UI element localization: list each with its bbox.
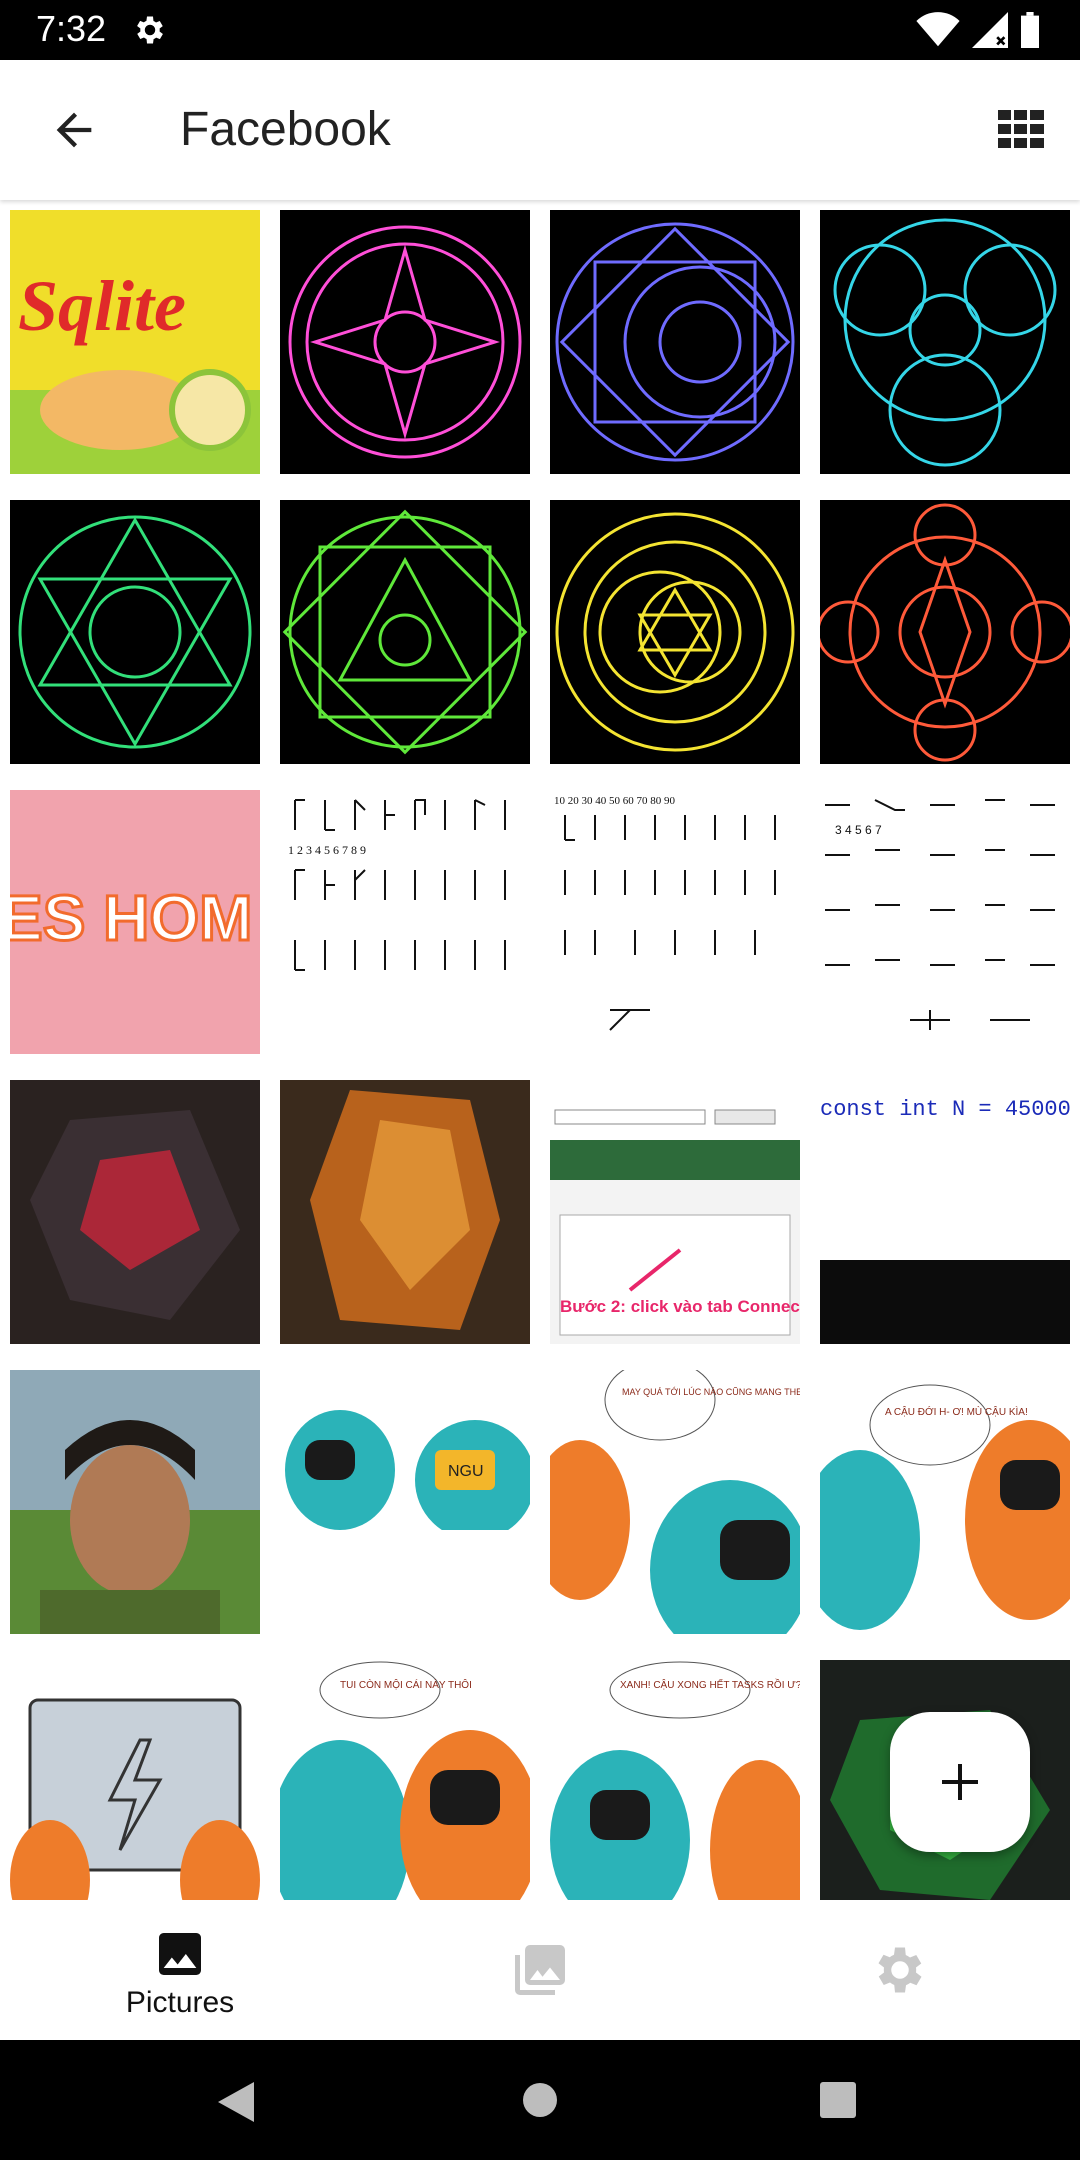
grid-tile-cipher-numerals-1[interactable]: 1 2 3 4 5 6 7 8 9 bbox=[280, 790, 530, 1054]
grid-tile-among-us-3[interactable]: A CẬU ĐỚI H- Ơ! MÙ CẬU KÌA! bbox=[820, 1370, 1070, 1634]
grid-tile-pink-magic-circle[interactable] bbox=[280, 210, 530, 474]
plus-icon bbox=[942, 1764, 978, 1800]
grid-tile-among-us-1[interactable]: NGU bbox=[280, 1370, 530, 1634]
grid-tile-dark-red-crystal[interactable] bbox=[10, 1080, 260, 1344]
grid-tile-among-us-6[interactable]: XANH! CẬU XONG HẾT TASKS RỒI Ư? bbox=[550, 1660, 800, 1924]
image-icon bbox=[159, 1933, 201, 1975]
grid-tile-red-magic-circle[interactable] bbox=[820, 500, 1070, 764]
internet-options-caption: Bước 2: click vào tab Connections bbox=[560, 1297, 800, 1316]
pink-magic-circle-icon bbox=[288, 225, 522, 459]
ngu-label: NGU bbox=[448, 1463, 484, 1480]
photo-library-icon bbox=[515, 1945, 565, 1995]
settings-icon bbox=[878, 1947, 922, 1993]
bottom-nav: Pictures bbox=[0, 1900, 1080, 2040]
dark-red-crystal-thumbnail bbox=[30, 1110, 240, 1320]
blue-magic-circle-icon bbox=[555, 222, 795, 462]
home-circle-icon[interactable] bbox=[522, 2082, 558, 2118]
sqlite-text: Sqlite bbox=[18, 266, 186, 346]
among-us-3-thumbnail: A CẬU ĐỚI H- Ơ! MÙ CẬU KÌA! bbox=[820, 1384, 1070, 1630]
system-nav-bar bbox=[0, 2040, 1080, 2160]
recents-square-icon[interactable] bbox=[820, 2082, 856, 2118]
status-bar: 7:32 bbox=[0, 0, 1080, 60]
grid-tile-green-magic-circle[interactable] bbox=[10, 500, 260, 764]
grid-tile-cipher-numerals-3[interactable]: 3 4 5 6 7 bbox=[820, 790, 1070, 1054]
among-us-2-thumbnail: MAY QUÁ TỚI LÚC NÀO CŨNG MANG THEO BĂNG … bbox=[550, 1370, 800, 1634]
grid-tile-cyan-magic-circle[interactable] bbox=[820, 210, 1070, 474]
cipher-numerals-2-thumbnail: 10 20 30 40 50 60 70 80 90 bbox=[554, 795, 776, 1031]
green-magic-circle-icon bbox=[18, 515, 252, 749]
settings-gear-icon bbox=[137, 16, 163, 44]
grid-tile-yellow-magic-circle[interactable] bbox=[550, 500, 800, 764]
among-us-5-thumbnail: TUI CÒN MỘI CÁI NÀY THÔI bbox=[280, 1661, 530, 1924]
yellow-magic-circle-icon bbox=[555, 512, 795, 752]
among-us-4-thumbnail bbox=[10, 1698, 260, 1924]
among-us-5-speech: TUI CÒN MỘI CÁI NÀY THÔI bbox=[340, 1678, 472, 1691]
sqlite-thumbnail: Sqlite bbox=[10, 266, 260, 474]
cipher-numerals-3-text: 3 4 5 6 7 bbox=[835, 823, 882, 837]
grid-tile-among-us-2[interactable]: MAY QUÁ TỚI LÚC NÀO CŨNG MANG THEO BĂNG … bbox=[550, 1370, 800, 1634]
nav-label-pictures: Pictures bbox=[125, 1986, 235, 2019]
nav-item-pictures[interactable]: Pictures bbox=[0, 1900, 360, 2040]
status-time: 7:32 bbox=[36, 8, 107, 49]
red-magic-circle-icon bbox=[820, 503, 1070, 762]
cell-signal-icon bbox=[972, 12, 1008, 48]
grid-tile-among-us-5[interactable]: TUI CÒN MỘI CÁI NÀY THÔI bbox=[280, 1660, 530, 1924]
among-us-1-thumbnail: NGU bbox=[280, 1410, 530, 1634]
grid-tile-es-hom[interactable]: ES HOM bbox=[10, 790, 260, 1054]
grid-tile-cipher-numerals-2[interactable]: 10 20 30 40 50 60 70 80 90 bbox=[550, 790, 800, 1054]
es-hom-text: ES HOM bbox=[10, 882, 252, 954]
among-us-6-speech: XANH! CẬU XONG HẾT TASKS RỒI Ư? bbox=[620, 1678, 800, 1691]
selfie-thumbnail bbox=[10, 1370, 260, 1634]
cipher-numerals-1-thumbnail: 1 2 3 4 5 6 7 8 9 bbox=[288, 799, 506, 971]
grid-tile-lime-magic-circle[interactable] bbox=[280, 500, 530, 764]
add-button[interactable] bbox=[890, 1712, 1030, 1852]
among-us-2-speech: MAY QUÁ TỚI LÚC NÀO CŨNG MANG THEO BĂNG … bbox=[622, 1387, 800, 1397]
battery-icon bbox=[1021, 12, 1039, 48]
app-bar: Facebook bbox=[0, 60, 1080, 200]
wifi-icon bbox=[916, 12, 960, 47]
es-hom-thumbnail: ES HOM bbox=[10, 881, 254, 956]
grid-tile-amber-crystal[interactable] bbox=[280, 1080, 530, 1344]
cyan-magic-circle-icon bbox=[833, 218, 1057, 467]
code-screenshot-thumbnail: const int N = 4500000 bbox=[820, 1097, 1070, 1344]
cipher-numerals-2-text: 10 20 30 40 50 60 70 80 90 bbox=[554, 795, 676, 807]
lime-magic-circle-icon bbox=[282, 509, 528, 755]
cipher-numerals-3-thumbnail: 3 4 5 6 7 bbox=[825, 799, 1055, 1030]
page-title: Facebook bbox=[180, 103, 391, 156]
grid-tile-blue-magic-circle[interactable] bbox=[550, 210, 800, 474]
amber-crystal-thumbnail bbox=[310, 1090, 500, 1330]
among-us-3-speech: A CẬU ĐỚI H- Ơ! MÙ CẬU KÌA! bbox=[885, 1405, 1028, 1418]
status-icons bbox=[916, 10, 1040, 50]
grid-tile-among-us-4[interactable] bbox=[10, 1660, 260, 1924]
nav-item-albums[interactable] bbox=[360, 1900, 720, 2040]
grid-tile-sqlite[interactable]: Sqlite bbox=[10, 210, 260, 474]
code-line: const int N = 4500000 bbox=[820, 1097, 1070, 1122]
grid-tile-code-screenshot[interactable]: const int N = 4500000 bbox=[820, 1080, 1070, 1344]
back-triangle-icon[interactable] bbox=[218, 2082, 254, 2122]
back-arrow-icon[interactable] bbox=[48, 104, 100, 156]
cipher-numerals-1-text: 1 2 3 4 5 6 7 8 9 bbox=[288, 843, 366, 857]
internet-options-thumbnail: Bước 2: click vào tab Connections bbox=[550, 1080, 800, 1344]
among-us-6-thumbnail: XANH! CẬU XONG HẾT TASKS RỒI Ư? bbox=[550, 1661, 800, 1924]
grid-tile-selfie[interactable] bbox=[10, 1370, 260, 1634]
nav-item-settings[interactable] bbox=[720, 1900, 1080, 2040]
grid-view-icon[interactable] bbox=[998, 110, 1044, 148]
grid-tile-internet-options[interactable]: Bước 2: click vào tab Connections bbox=[550, 1080, 800, 1344]
